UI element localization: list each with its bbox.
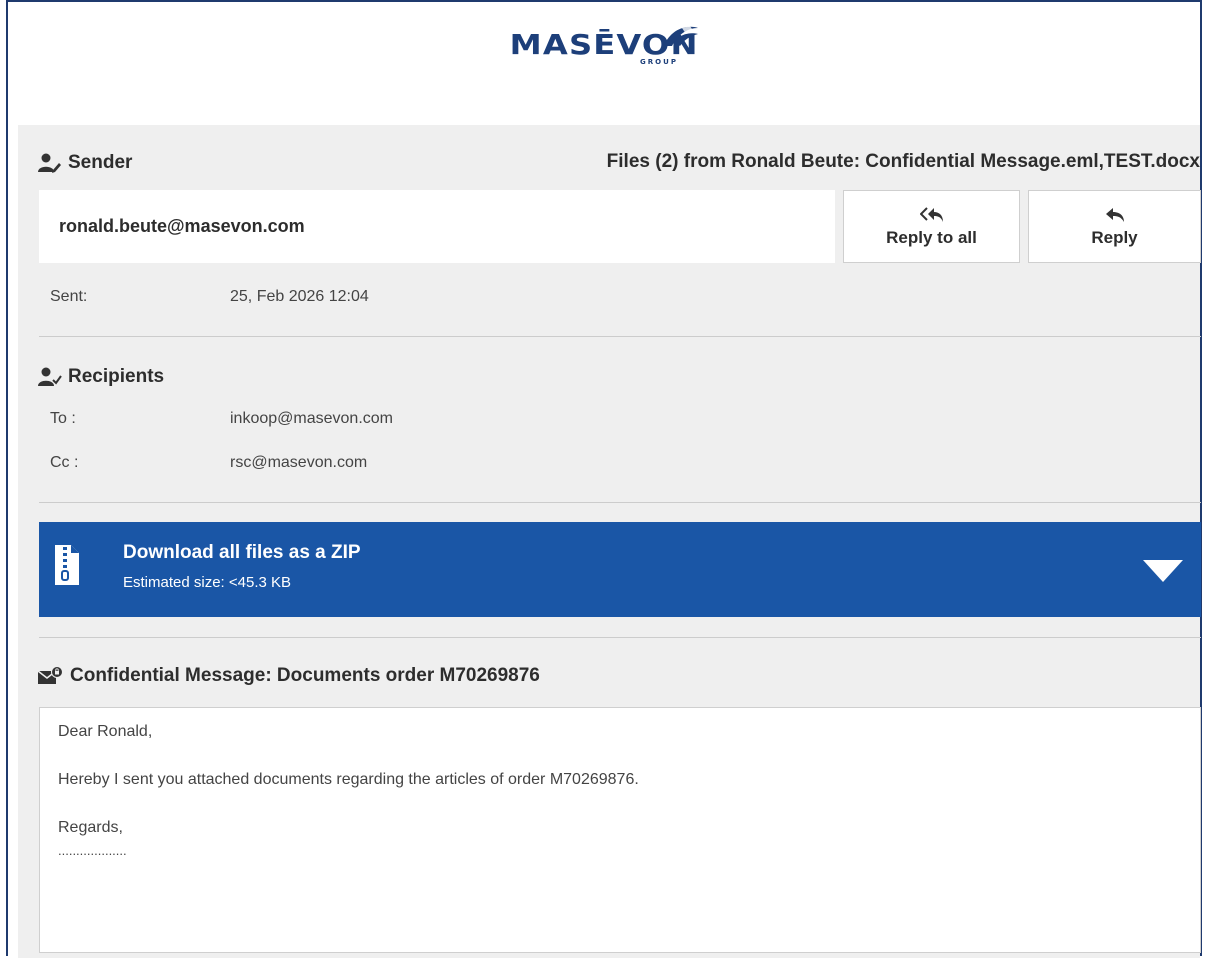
sent-value: 25, Feb 2026 12:04 [230,288,369,305]
download-zip-button[interactable]: Download all files as a ZIP Estimated si… [39,522,1201,617]
divider [39,502,1201,503]
secure-mail-icon [38,666,64,686]
to-value: inkoop@masevon.com [230,410,393,427]
cc-label: Cc : [50,454,79,471]
sender-heading: Sender [38,152,132,174]
sender-email: ronald.beute@masevon.com [59,216,305,236]
sender-email-box: ronald.beute@masevon.com [39,190,835,263]
message-text: Hereby I sent you attached documents reg… [58,771,639,788]
reply-icon [1105,206,1125,224]
reply-all-icon [919,206,944,224]
reply-button[interactable]: Reply [1028,190,1201,263]
message-greeting: Dear Ronald, [58,723,153,740]
email-panel: Sender Files (2) from Ronald Beute: Conf… [18,125,1201,958]
zip-file-icon [54,544,80,591]
reply-label: Reply [1091,227,1138,247]
message-signature: ................... [58,843,127,858]
reply-all-label: Reply to all [886,227,977,247]
sender-heading-label: Sender [68,152,133,173]
recipients-heading-label: Recipients [68,366,165,387]
zip-title: Download all files as a ZIP [123,542,361,563]
sent-label: Sent: [50,288,88,305]
message-subject-label: Confidential Message: Documents order M7… [70,665,540,686]
logo-swoosh-icon [664,26,699,46]
recipients-heading: Recipients [38,366,164,388]
expand-caret-icon[interactable] [1143,560,1183,587]
message-subject: Confidential Message: Documents order M7… [38,665,540,687]
cc-value: rsc@masevon.com [230,454,368,471]
company-logo: MASĒVON GROUP [510,26,699,66]
reply-all-button[interactable]: Reply to all [843,190,1020,263]
to-label: To : [50,410,76,427]
sender-icon [38,153,62,173]
message-body: Dear Ronald, Hereby I sent you attached … [39,707,1201,953]
message-closing: Regards, [58,819,123,836]
email-viewer-frame: MASĒVON GROUP Sender Files (2) from Rona… [6,0,1202,958]
recipients-icon [38,367,62,387]
divider [39,637,1201,638]
divider [39,336,1201,337]
zip-size: Estimated size: <45.3 KB [123,574,292,591]
files-title: Files (2) from Ronald Beute: Confidentia… [606,151,1200,172]
header: MASĒVON GROUP [8,2,1200,124]
